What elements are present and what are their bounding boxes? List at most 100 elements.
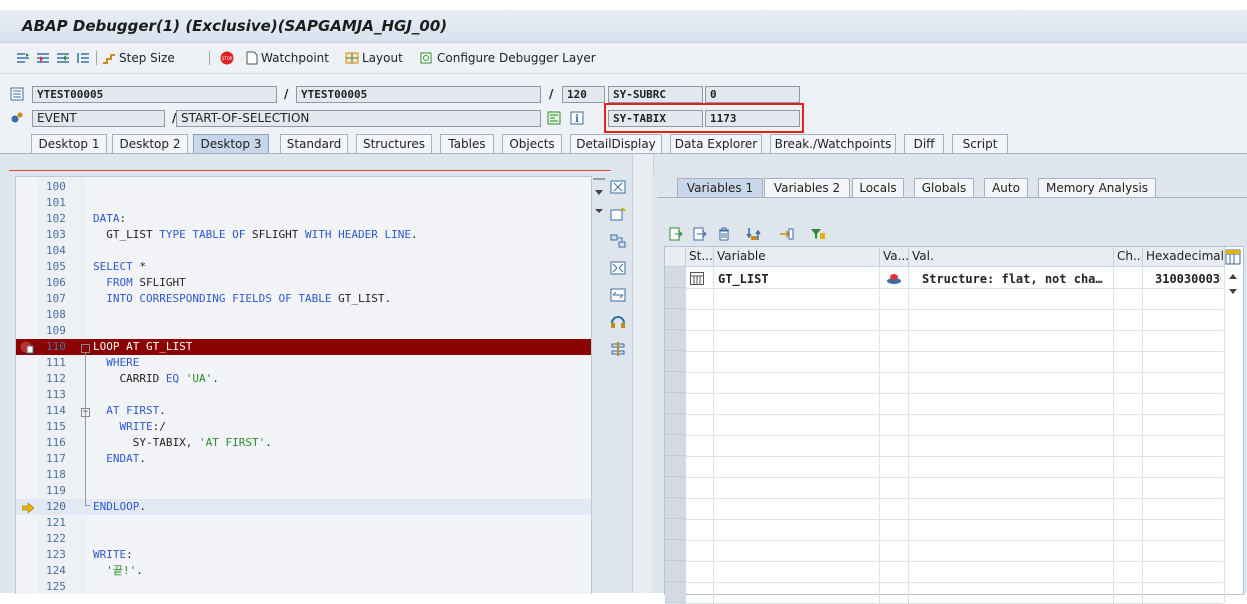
grid-cell[interactable] xyxy=(686,561,714,582)
grid-cell[interactable] xyxy=(880,519,909,540)
grid-cell[interactable] xyxy=(1114,414,1143,435)
table-row[interactable] xyxy=(665,456,1225,478)
grid-cell[interactable] xyxy=(714,309,880,330)
tab-auto[interactable]: Auto xyxy=(984,178,1028,198)
import-variables-icon[interactable] xyxy=(669,227,683,241)
grid-cell[interactable] xyxy=(909,519,1114,540)
breakpoint-icon[interactable] xyxy=(20,340,34,354)
grid-cell[interactable] xyxy=(1143,393,1225,414)
table-row[interactable] xyxy=(665,288,1225,310)
table-row[interactable] xyxy=(665,477,1225,499)
col-header-st[interactable]: St... xyxy=(686,247,714,267)
code-line[interactable]: 112 CARRID EQ 'UA'. xyxy=(16,371,591,387)
table-row[interactable] xyxy=(665,309,1225,331)
source-editor[interactable]: 100 101 102 DATA: 103 GT_LIST TYPE TABLE OF … xyxy=(15,176,592,594)
code-line[interactable]: 106 FROM SFLIGHT xyxy=(16,275,591,291)
export-variables-icon[interactable] xyxy=(693,227,707,241)
step-size-button[interactable]: Step Size xyxy=(102,49,175,67)
code-line[interactable]: 121 xyxy=(16,515,591,531)
grid-cell[interactable] xyxy=(714,519,880,540)
code-line[interactable]: 103 GT_LIST TYPE TABLE OF SFLIGHT WITH H… xyxy=(16,227,591,243)
navigate-icon[interactable] xyxy=(778,227,794,241)
grid-cell[interactable] xyxy=(1114,498,1143,519)
table-row[interactable] xyxy=(665,519,1225,541)
grid-cell[interactable] xyxy=(1143,498,1225,519)
grid-cell[interactable] xyxy=(686,519,714,540)
grid-cell[interactable] xyxy=(880,477,909,498)
code-line[interactable]: 119 xyxy=(16,483,591,499)
grid-cell[interactable] xyxy=(714,456,880,477)
code-line[interactable]: 104 xyxy=(16,243,591,259)
settings-icon[interactable] xyxy=(610,342,626,356)
grid-cell[interactable] xyxy=(714,498,880,519)
col-header-va[interactable]: Va... xyxy=(880,247,909,267)
grid-cell[interactable] xyxy=(909,309,1114,330)
tab-standard[interactable]: Standard xyxy=(280,134,348,153)
single-step-button[interactable] xyxy=(16,49,30,67)
grid-cell[interactable] xyxy=(714,288,880,309)
services-icon[interactable] xyxy=(610,315,626,329)
grid-cell[interactable] xyxy=(909,477,1114,498)
program-icon[interactable] xyxy=(10,87,24,101)
grid-cell[interactable] xyxy=(1143,540,1225,561)
grid-cell[interactable] xyxy=(909,561,1114,582)
code-line[interactable]: 115 WRITE:/ xyxy=(16,419,591,435)
full-screen-icon[interactable] xyxy=(610,261,626,275)
close-pane-icon[interactable] xyxy=(610,180,626,194)
grid-cell[interactable] xyxy=(686,288,714,309)
grid-cell[interactable] xyxy=(686,414,714,435)
grid-cell[interactable] xyxy=(1143,435,1225,456)
grid-cell[interactable] xyxy=(1114,267,1143,288)
table-row[interactable] xyxy=(665,351,1225,373)
grid-cell[interactable] xyxy=(909,288,1114,309)
grid-cell[interactable] xyxy=(1143,351,1225,372)
tab-globals[interactable]: Globals xyxy=(914,178,974,198)
tab-variables-1[interactable]: Variables 1 xyxy=(677,178,763,198)
grid-cell[interactable] xyxy=(909,414,1114,435)
grid-cell[interactable] xyxy=(714,540,880,561)
configure-debugger-layer-button[interactable]: Configure Debugger Layer xyxy=(420,49,596,67)
delete-icon[interactable] xyxy=(717,227,731,241)
tab-structures[interactable]: Structures xyxy=(356,134,432,153)
program-field[interactable]: YTEST00005 xyxy=(32,86,277,103)
code-line[interactable]: 117 ENDAT. xyxy=(16,451,591,467)
code-line[interactable]: 110 LOOP AT GT_LIST xyxy=(16,339,591,355)
row-selector-header[interactable] xyxy=(665,247,686,267)
code-line[interactable]: 116 SY-TABIX, 'AT FIRST'. xyxy=(16,435,591,451)
var-value-cell[interactable]: Structure: flat, not cha… xyxy=(922,269,1103,289)
grid-cell[interactable] xyxy=(880,309,909,330)
grid-cell[interactable] xyxy=(1114,477,1143,498)
struct-icon[interactable] xyxy=(886,272,902,286)
grid-cell[interactable] xyxy=(909,540,1114,561)
code-line[interactable]: 114 AT FIRST. xyxy=(16,403,591,419)
table-row[interactable] xyxy=(665,330,1225,352)
col-header-variable[interactable]: Variable xyxy=(714,247,880,267)
grid-cell[interactable] xyxy=(1114,393,1143,414)
tab-data-explorer[interactable]: Data Explorer xyxy=(670,134,762,153)
grid-cell[interactable] xyxy=(714,351,880,372)
code-line[interactable]: 118 xyxy=(16,467,591,483)
grid-cell[interactable] xyxy=(1143,561,1225,582)
table-row[interactable] xyxy=(665,372,1225,394)
grid-cell[interactable] xyxy=(909,435,1114,456)
tab-desktop-2[interactable]: Desktop 2 xyxy=(112,134,188,153)
grid-cell[interactable] xyxy=(1114,519,1143,540)
grid-cell[interactable] xyxy=(1114,309,1143,330)
grid-cell[interactable] xyxy=(880,393,909,414)
table-row[interactable] xyxy=(665,540,1225,562)
include-field[interactable]: YTEST00005 xyxy=(296,86,541,103)
grid-cell[interactable] xyxy=(1143,288,1225,309)
grid-cell[interactable] xyxy=(880,540,909,561)
new-tool-icon[interactable] xyxy=(610,207,626,221)
grid-cell[interactable] xyxy=(686,456,714,477)
grid-cell[interactable] xyxy=(686,309,714,330)
grid-vertical-scrollbar[interactable] xyxy=(1225,269,1241,299)
grid-cell[interactable] xyxy=(714,330,880,351)
code-line[interactable]: 109 xyxy=(16,323,591,339)
fold-toggle-icon[interactable]: − xyxy=(81,344,90,353)
tab-objects[interactable]: Objects xyxy=(502,134,562,153)
grid-cell[interactable] xyxy=(686,435,714,456)
pane-splitter[interactable] xyxy=(632,154,654,593)
tab-memory-analysis[interactable]: Memory Analysis xyxy=(1038,178,1156,198)
grid-cell[interactable] xyxy=(686,477,714,498)
